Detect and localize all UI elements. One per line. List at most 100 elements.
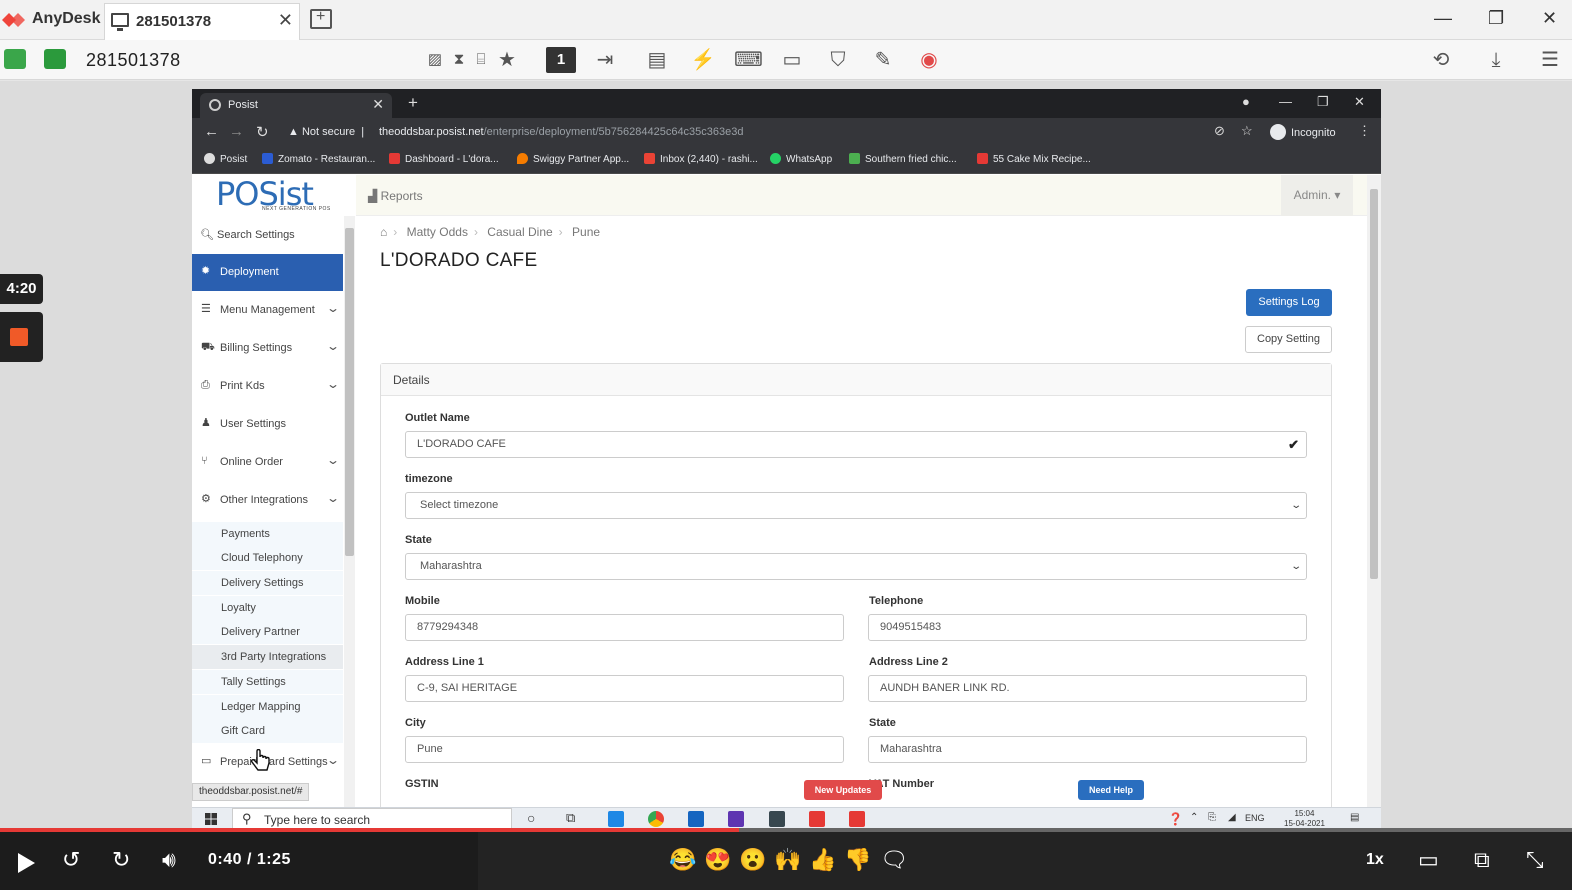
forward-icon[interactable]: → xyxy=(229,123,244,140)
playback-speed[interactable]: 1x xyxy=(1366,851,1384,869)
outlet-name-input[interactable]: L'DORADO CAFE ✔ xyxy=(405,431,1307,458)
permissions-shield-icon[interactable]: ⛉ xyxy=(825,48,851,72)
sidebar-item-menu-management[interactable]: ☰ Menu Management ⌄ xyxy=(192,292,343,329)
new-session-icon[interactable] xyxy=(310,8,332,29)
bookmark-southern[interactable]: Southern fried chic... xyxy=(849,153,957,165)
sidebar-sub-ledger-mapping[interactable]: Ledger Mapping xyxy=(192,695,343,719)
sidebar-sub-3rd-party-integrations[interactable]: 3rd Party Integrations xyxy=(192,645,343,669)
close-browser-tab-icon[interactable]: ✕ xyxy=(372,96,384,113)
browser-minimize-icon[interactable]: — xyxy=(1279,94,1292,109)
favorite-star-icon[interactable]: ★ xyxy=(494,48,520,72)
sidebar-item-print-kds[interactable]: ⎙ Print Kds ⌄ xyxy=(192,368,343,405)
chat-disabled-icon[interactable]: ▨ xyxy=(422,48,448,72)
home-icon[interactable]: ⌂ xyxy=(380,225,387,239)
profile-dot-icon[interactable]: ● xyxy=(1242,94,1250,109)
session-tab[interactable]: 281501378 ✕ xyxy=(104,3,300,40)
language-indicator[interactable]: ENG xyxy=(1245,813,1265,823)
restore-icon[interactable]: ❐ xyxy=(1488,8,1504,29)
chat-icon[interactable]: ▤ xyxy=(644,48,670,72)
wifi-icon[interactable]: ◢ xyxy=(1228,812,1236,823)
cylinder-icon[interactable]: ⌸ xyxy=(468,48,494,72)
city-input[interactable]: Pune xyxy=(405,736,844,763)
whiteboard-pen-icon[interactable]: ✎ xyxy=(870,48,896,72)
play-icon[interactable] xyxy=(16,852,36,874)
exit-fullscreen-icon[interactable]: ⤡ xyxy=(1526,846,1544,874)
bookmark-swiggy[interactable]: Swiggy Partner App... xyxy=(517,153,629,165)
breadcrumb-item[interactable]: Matty Odds xyxy=(407,225,468,239)
close-tab-icon[interactable]: ✕ xyxy=(278,10,293,31)
reaction-heart-eyes-icon[interactable]: 😍 xyxy=(704,847,731,873)
reaction-laugh-icon[interactable]: 😂 xyxy=(669,847,696,873)
posist-logo[interactable]: POSist NEXT GENERATION POS xyxy=(216,175,346,215)
theater-mode-icon[interactable]: ▭ xyxy=(1418,846,1439,874)
admin-dropdown[interactable]: Admin. ▾ xyxy=(1281,175,1353,216)
settings-log-button[interactable]: Settings Log xyxy=(1246,289,1332,316)
copy-setting-button[interactable]: Copy Setting xyxy=(1245,326,1332,353)
bookmark-whatsapp[interactable]: WhatsApp xyxy=(770,153,832,165)
sidebar-sub-cloud-telephony[interactable]: Cloud Telephony xyxy=(192,546,343,570)
reaction-thumbs-up-icon[interactable]: 👍 xyxy=(809,847,836,873)
close-window-icon[interactable]: ✕ xyxy=(1542,8,1557,29)
page-scrollbar-thumb[interactable] xyxy=(1370,189,1378,579)
keyboard-icon[interactable]: ⌨ xyxy=(734,48,763,72)
reaction-raised-hands-icon[interactable]: 🙌 xyxy=(774,847,801,873)
menu-hamburger-icon[interactable]: ☰ xyxy=(1537,48,1563,72)
download-icon[interactable]: ⤓ xyxy=(1483,48,1509,72)
state-2-input[interactable]: Maharashtra xyxy=(868,736,1307,763)
miniplayer-icon[interactable]: ⧉ xyxy=(1474,846,1490,874)
sidebar-sub-tally-settings[interactable]: Tally Settings xyxy=(192,670,343,694)
tracking-off-icon[interactable]: ⊘ xyxy=(1214,123,1225,139)
back-icon[interactable]: ← xyxy=(204,123,219,140)
history-icon[interactable]: ⟲ xyxy=(1428,48,1454,72)
search-settings[interactable]: 🔍︎ Search Settings xyxy=(200,228,295,241)
notifications-icon[interactable]: ▤ xyxy=(1350,812,1359,823)
taskbar-app-icon[interactable] xyxy=(608,811,624,827)
anydesk-taskbar-icon-2[interactable] xyxy=(849,811,865,827)
bookmark-posist[interactable]: Posist xyxy=(204,153,247,165)
incognito-badge[interactable]: Incognito xyxy=(1270,124,1336,141)
address-line-1-input[interactable]: C-9, SAI HERITAGE xyxy=(405,675,844,702)
anydesk-taskbar-icon[interactable] xyxy=(809,811,825,827)
browser-restore-icon[interactable]: ❐ xyxy=(1317,94,1329,110)
reload-icon[interactable]: ↻ xyxy=(256,123,269,141)
sidebar-sub-payments[interactable]: Payments xyxy=(192,522,343,546)
state-select[interactable]: Maharashtra ⌄ xyxy=(405,553,1307,580)
bookmark-zomato[interactable]: Zomato - Restauran... xyxy=(262,153,375,165)
browser-close-icon[interactable]: ✕ xyxy=(1354,94,1365,110)
reaction-thumbs-down-icon[interactable]: 👎 xyxy=(844,847,871,873)
windows-start-icon[interactable] xyxy=(205,813,217,825)
bookmark-star-icon[interactable]: ☆ xyxy=(1241,123,1253,139)
rewind-5-icon[interactable]: ↺ xyxy=(62,846,80,874)
url-field[interactable]: theoddsbar.posist.net/enterprise/deploym… xyxy=(379,126,744,138)
sidebar-item-other-integrations[interactable]: ⚙ Other Integrations ⌄ xyxy=(192,482,343,519)
display-icon[interactable]: ▭ xyxy=(779,48,805,72)
taskbar-clock[interactable]: 15:04 15-04-2021 xyxy=(1284,809,1325,829)
bookmark-dashboard[interactable]: Dashboard - L'dora... xyxy=(389,153,499,165)
forward-5-icon[interactable]: ↻ xyxy=(112,846,130,874)
cortana-icon[interactable]: ○ xyxy=(527,810,535,826)
reports-link[interactable]: ▟ Reports xyxy=(368,189,423,203)
sidebar-item-online-order[interactable]: ⑂ Online Order ⌄ xyxy=(192,444,343,481)
not-secure-indicator[interactable]: ▲ Not secure | xyxy=(288,126,364,138)
taskbar-app-camera-icon[interactable] xyxy=(769,811,785,827)
address-line-2-input[interactable]: AUNDH BANER LINK RD. xyxy=(868,675,1307,702)
browser-menu-icon[interactable]: ⋮ xyxy=(1358,123,1371,139)
browser-tab[interactable]: Posist ✕ xyxy=(200,93,392,118)
volume-icon[interactable]: 🔊︎ xyxy=(162,846,176,874)
chrome-icon[interactable] xyxy=(648,811,664,827)
tray-chevron-up-icon[interactable]: ⌃ xyxy=(1190,812,1198,823)
new-updates-button[interactable]: New Updates xyxy=(804,780,882,800)
tray-device-icon[interactable]: ⎘ xyxy=(1208,812,1216,823)
sidebar-item-deployment[interactable]: ✹ Deployment xyxy=(192,254,343,291)
task-view-icon[interactable]: ⧉ xyxy=(566,810,575,826)
breadcrumb-item[interactable]: Pune xyxy=(572,225,600,239)
page-scrollbar[interactable] xyxy=(1367,175,1381,807)
monitor-select-button[interactable]: 1 xyxy=(546,47,576,73)
help-tray-icon[interactable]: ❓ xyxy=(1168,812,1183,826)
breadcrumb-item[interactable]: Casual Dine xyxy=(487,225,552,239)
sidebar-sub-loyalty[interactable]: Loyalty xyxy=(192,596,343,620)
reaction-surprised-icon[interactable]: 😮 xyxy=(739,847,766,873)
minimize-icon[interactable]: — xyxy=(1434,8,1452,29)
comment-bubble-icon[interactable]: 🗨︎ xyxy=(880,846,908,874)
taskbar-app-teams-icon[interactable] xyxy=(728,811,744,827)
